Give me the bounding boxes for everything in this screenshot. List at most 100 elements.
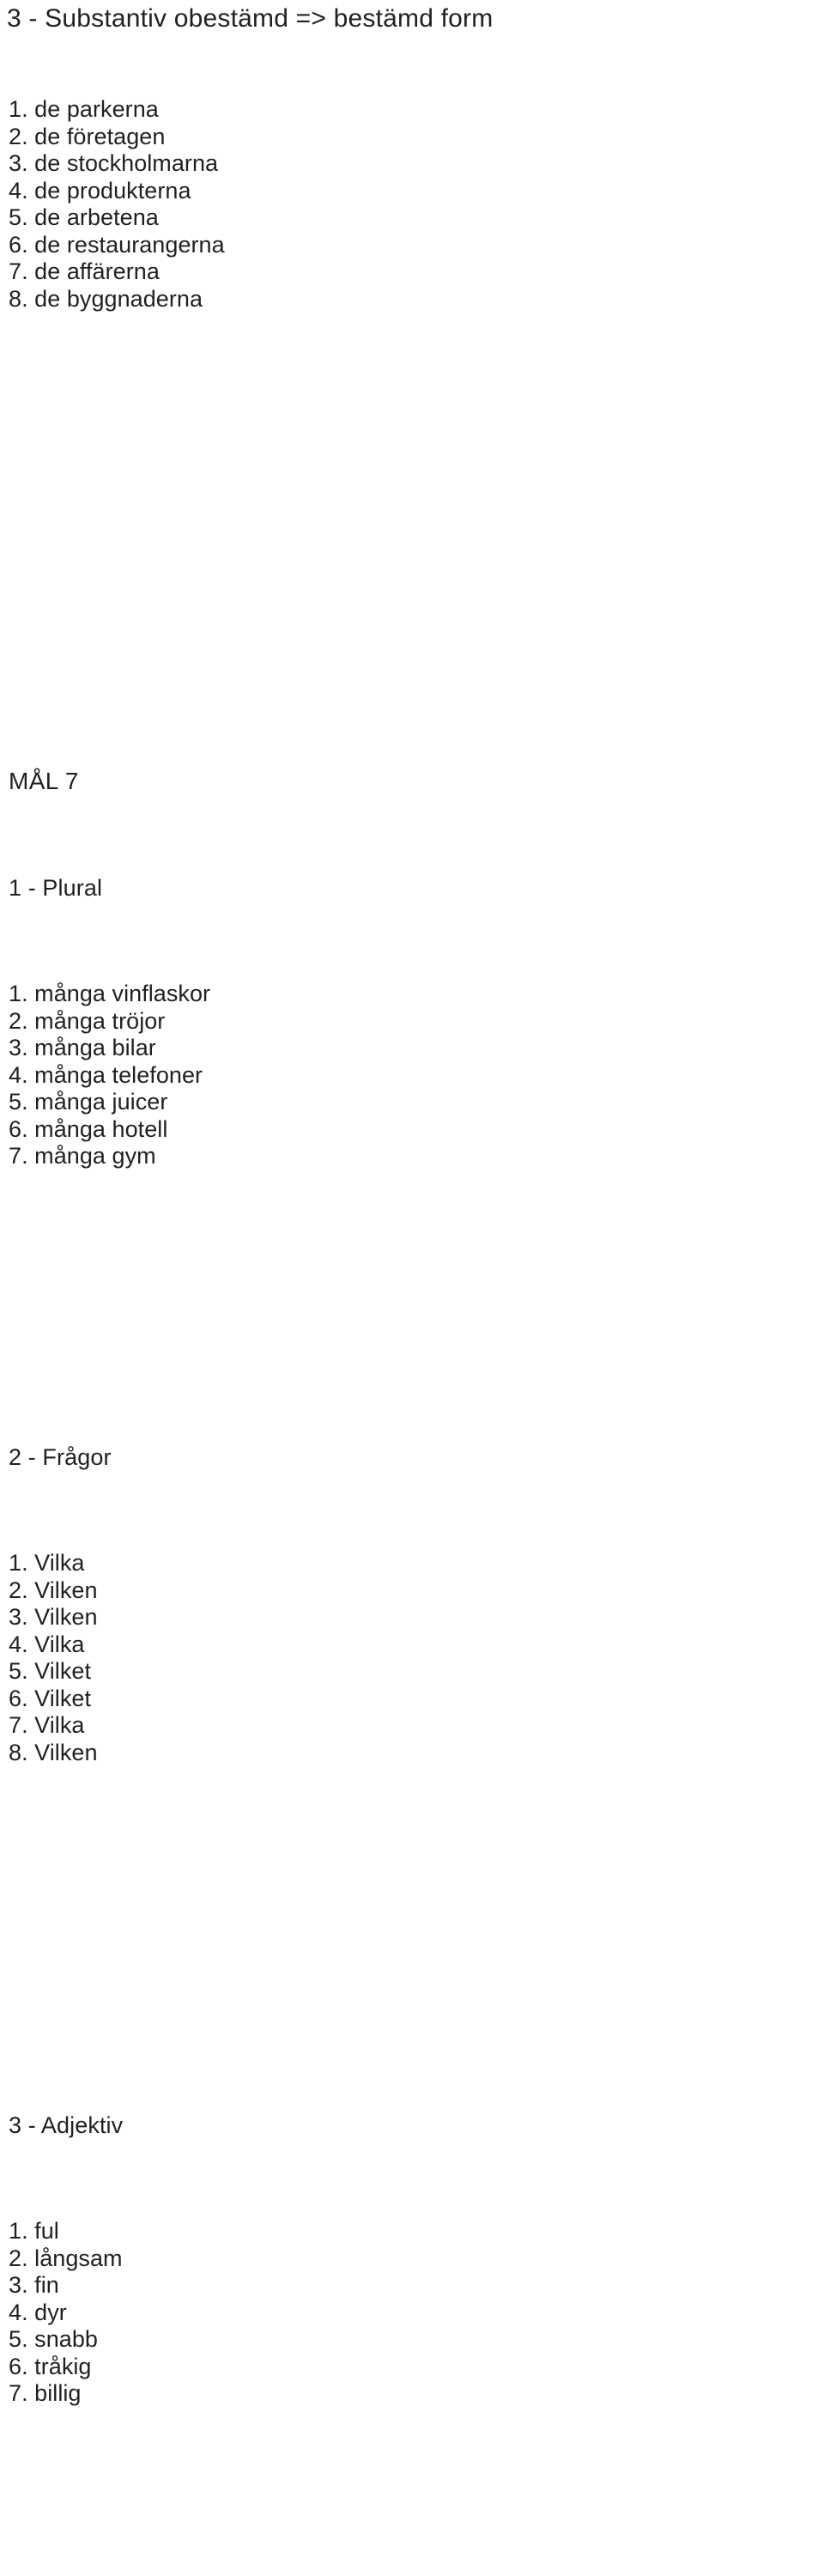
list-item: 1. Vilka (9, 1550, 781, 1577)
list-item: 1. många vinflaskor (9, 981, 781, 1008)
list-item-text: de företagen (27, 123, 166, 149)
list-item: 4. de produkterna (9, 178, 781, 205)
list-item-number: 5. (9, 1089, 28, 1115)
list-item: 4. Vilka (9, 1631, 781, 1659)
list-item-text: snabb (27, 2326, 98, 2352)
list-item-text: tråkig (27, 2353, 92, 2379)
section-adjektiv: 1. ful 2. långsam 3. fin 4. dyr 5. snabb 6. t… (9, 2218, 781, 2408)
list-item-number: 3. (9, 1604, 28, 1630)
answer-list-adjektiv: 1. ful 2. långsam 3. fin 4. dyr 5. snabb 6. t… (9, 2218, 781, 2408)
section-fragor: 1. Vilka 2. Vilken 3. Vilken 4. Vilka 5. Vil… (9, 1550, 781, 1766)
list-item-number: 6. (9, 1685, 28, 1711)
list-item: 7. Vilka (9, 1712, 781, 1740)
list-item-number: 2. (9, 2245, 28, 2271)
list-item: 6. de restaurangerna (9, 232, 781, 259)
list-item: 3. fin (9, 2272, 781, 2300)
answer-list-plural: 1. många vinflaskor 2. många tröjor 3. mån… (9, 981, 781, 1170)
section-plural: 1. många vinflaskor 2. många tröjor 3. mån… (9, 981, 781, 1170)
list-item-number: 8. (9, 285, 28, 312)
answer-list-substantiv: 1. de parkerna 2. de företagen 3. de stock… (9, 96, 781, 313)
list-item-number: 4. (9, 2299, 28, 2325)
list-item-number: 5. (9, 204, 28, 230)
section-title-fragor: 2 - Frågor (9, 1444, 112, 1470)
list-item-text: Vilken (27, 1604, 98, 1630)
list-item-number: 5. (9, 2326, 28, 2352)
list-item-text: många juicer (27, 1089, 168, 1115)
list-item-number: 1. (9, 96, 28, 122)
list-item-text: Vilket (27, 1685, 92, 1711)
list-item-text: Vilken (27, 1577, 98, 1603)
list-item-text: de affärerna (27, 258, 160, 284)
list-item-text: de stockholmarna (27, 150, 219, 176)
list-item: 6. många hotell (9, 1116, 781, 1144)
list-item: 7. många gym (9, 1143, 781, 1170)
answer-list-fragor: 1. Vilka 2. Vilken 3. Vilken 4. Vilka 5. Vil… (9, 1550, 781, 1766)
list-item: 5. de arbetena (9, 204, 781, 232)
list-item-number: 3. (9, 1035, 28, 1060)
list-item-number: 7. (9, 2380, 28, 2406)
list-item-number: 6. (9, 2353, 28, 2379)
list-item-text: Vilka (27, 1550, 85, 1576)
list-item: 5. snabb (9, 2326, 781, 2354)
list-item-text: många telefoner (27, 1061, 203, 1088)
list-item: 6. tråkig (9, 2354, 781, 2381)
list-item-number: 2. (9, 1577, 28, 1603)
list-item: 5. Vilket (9, 1658, 781, 1686)
section-fragor-heading: 2 - Frågor (9, 1441, 781, 1473)
list-item: 7. de affärerna (9, 258, 781, 286)
list-item: 4. dyr (9, 2300, 781, 2327)
list-item-number: 2. (9, 1007, 28, 1034)
list-item-number: 4. (9, 1631, 28, 1657)
list-item: 6. Vilket (9, 1686, 781, 1713)
list-item-text: de byggnaderna (27, 285, 203, 312)
section-title-adjektiv: 3 - Adjektiv (9, 2112, 124, 2138)
list-item: 7. billig (9, 2380, 781, 2408)
list-item-number: 6. (9, 231, 28, 258)
list-item-text: de restaurangerna (27, 231, 225, 258)
list-item: 4. många telefoner (9, 1062, 781, 1090)
list-item: 3. Vilken (9, 1604, 781, 1631)
list-item-text: billig (27, 2380, 82, 2406)
list-item: 1. ful (9, 2218, 781, 2245)
section-adjektiv-heading: 3 - Adjektiv (9, 2109, 781, 2142)
list-item: 3. de stockholmarna (9, 150, 781, 178)
document-page: 3 - Substantiv obestämd => bestämd form … (0, 0, 824, 2576)
list-item: 2. Vilken (9, 1577, 781, 1605)
list-item-text: många gym (27, 1143, 156, 1169)
list-item: 3. många bilar (9, 1035, 781, 1062)
list-item: 5. många juicer (9, 1089, 781, 1116)
list-item: 8. Vilken (9, 1740, 781, 1767)
list-item-number: 4. (9, 1061, 28, 1088)
list-item-number: 8. (9, 1739, 28, 1765)
list-item: 8. de byggnaderna (9, 286, 781, 313)
list-item: 1. de parkerna (9, 96, 781, 124)
list-item-text: dyr (27, 2299, 67, 2325)
list-item-text: många bilar (27, 1035, 156, 1060)
list-item-text: Vilka (27, 1631, 85, 1657)
list-item-number: 1. (9, 981, 28, 1006)
list-item-number: 7. (9, 258, 28, 284)
section-plural-heading: 1 - Plural (9, 872, 781, 904)
list-item-number: 4. (9, 177, 28, 204)
list-item-text: ful (27, 2218, 59, 2244)
section-mal-heading: MÅL 7 (9, 764, 781, 799)
list-item-text: Vilken (27, 1739, 98, 1765)
list-item-text: fin (27, 2272, 59, 2298)
list-item-number: 1. (9, 2218, 28, 2244)
list-item: 2. långsam (9, 2245, 781, 2273)
list-item-text: långsam (27, 2245, 123, 2271)
list-item: 2. många tröjor (9, 1008, 781, 1036)
list-item-text: de arbetena (27, 204, 159, 230)
section-substantiv: 1. de parkerna 2. de företagen 3. de stock… (9, 96, 781, 313)
list-item-text: de parkerna (27, 96, 159, 122)
list-item-number: 2. (9, 123, 28, 149)
list-item-text: många hotell (27, 1115, 168, 1142)
list-item-number: 3. (9, 2272, 28, 2298)
list-item-number: 7. (9, 1712, 28, 1738)
list-item-text: många vinflaskor (27, 981, 211, 1006)
list-item-number: 5. (9, 1658, 28, 1684)
list-item-number: 1. (9, 1550, 28, 1576)
list-item-number: 7. (9, 1143, 28, 1169)
page-title: 3 - Substantiv obestämd => bestämd form (7, 4, 494, 33)
list-item: 2. de företagen (9, 124, 781, 151)
